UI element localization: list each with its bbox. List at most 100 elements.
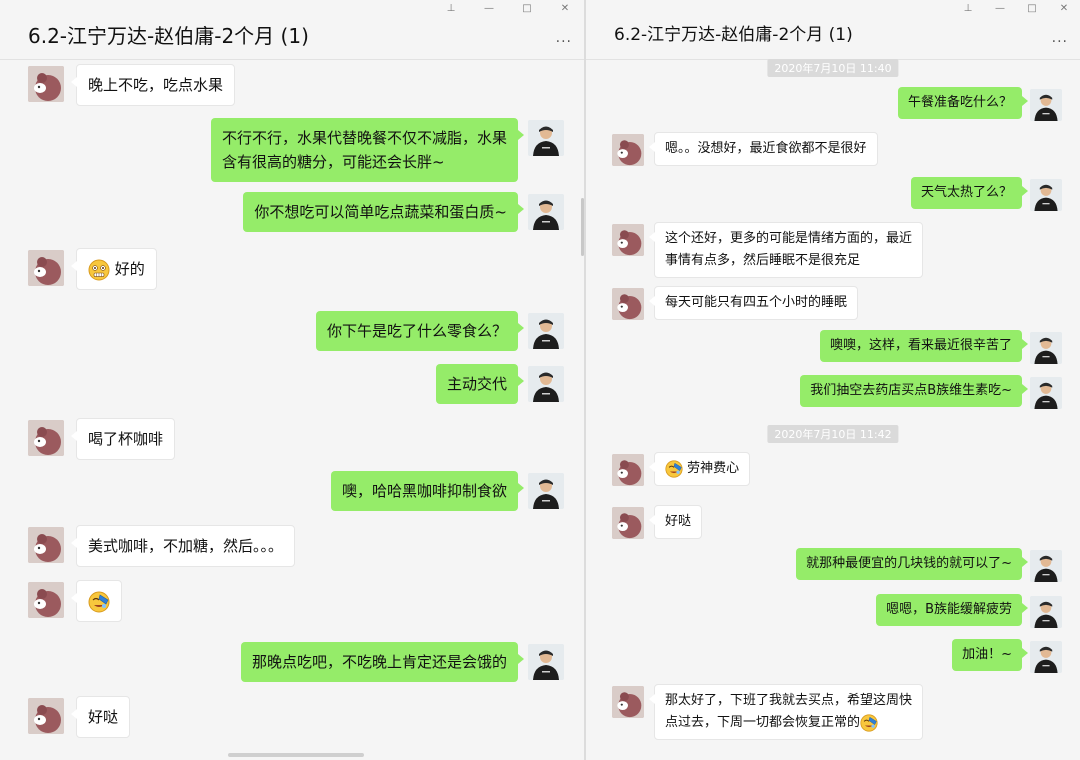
sent-message-bubble[interactable]: 嗯嗯，B族能缓解疲劳	[876, 594, 1028, 626]
contact-avatar[interactable]	[28, 582, 64, 618]
message-text: 好哒	[88, 708, 119, 726]
self-avatar[interactable]	[1030, 377, 1062, 409]
contact-avatar[interactable]	[28, 66, 64, 102]
message-text: 点过去，下周一切都会恢复正常的	[665, 715, 861, 730]
minimize-button[interactable]: —	[984, 0, 1016, 16]
more-options-button[interactable]: ...	[1052, 30, 1068, 46]
self-avatar[interactable]	[1030, 596, 1062, 628]
window-controls: ⊥ — □ ✕	[952, 0, 1080, 16]
facepalm-icon	[88, 591, 110, 613]
received-message-bubble[interactable]: 劳神费心	[648, 452, 751, 486]
contact-avatar[interactable]	[28, 420, 64, 456]
message-text: 劳神费心	[687, 461, 740, 476]
horizontal-scrollbar[interactable]	[228, 753, 364, 757]
message-text: 那晚点吃吧，不吃晚上肯定还是会饿的	[251, 653, 507, 671]
maximize-button[interactable]: □	[1016, 0, 1048, 16]
message-text: 加油！~	[962, 647, 1012, 662]
sent-message-bubble[interactable]: 天气太热了么？	[910, 177, 1029, 209]
sent-message-bubble[interactable]: 午餐准备吃什么？	[897, 87, 1029, 119]
chat-title: 6.2-江宁万达-赵伯庸-2个月 (1)	[28, 24, 309, 48]
chat-header: 6.2-江宁万达-赵伯庸-2个月 (1) ... ⊥ — □ ✕	[0, 0, 584, 60]
message-text: 嗯嗯，B族能缓解疲劳	[886, 602, 1012, 617]
message-text: 噢，哈哈黑咖啡抑制食欲	[341, 482, 507, 500]
sent-message-bubble[interactable]: 就那种最便宜的几块钱的就可以了~	[796, 548, 1028, 580]
message-text: 不行不行，水果代替晚餐不仅不减脂，水果	[221, 129, 507, 147]
minimize-button[interactable]: —	[470, 0, 508, 16]
sent-message-bubble[interactable]: 我们抽空去药店买点B族维生素吃~	[800, 375, 1028, 407]
self-avatar[interactable]	[528, 473, 564, 509]
message-text: 事情有点多，然后睡眠不是很充足	[665, 253, 861, 268]
received-message-bubble[interactable]: 嗯。。没想好，最近食欲都不是很好	[649, 132, 878, 166]
self-avatar[interactable]	[528, 313, 564, 349]
self-avatar[interactable]	[1030, 89, 1062, 121]
message-text: 美式咖啡，不加糖，然后。。。	[88, 537, 284, 555]
contact-avatar[interactable]	[28, 527, 64, 563]
sent-message-bubble[interactable]: 噢噢，这样，看来最近很辛苦了	[819, 330, 1029, 362]
self-avatar[interactable]	[1030, 179, 1062, 211]
self-avatar[interactable]	[1030, 550, 1062, 582]
received-message-bubble[interactable]	[71, 580, 122, 622]
contact-avatar[interactable]	[612, 134, 644, 166]
received-message-bubble[interactable]: 好哒	[70, 696, 131, 738]
message-timestamp: 2020年7月10日 11:42	[767, 425, 899, 443]
self-avatar[interactable]	[1030, 641, 1062, 673]
maximize-button[interactable]: □	[508, 0, 546, 16]
self-avatar[interactable]	[528, 194, 564, 230]
chat-title: 6.2-江宁万达-赵伯庸-2个月 (1)	[614, 25, 853, 45]
message-text: 你不想吃可以简单吃点蔬菜和蛋白质~	[254, 203, 507, 221]
contact-avatar[interactable]	[612, 686, 644, 718]
sent-message-bubble[interactable]: 加油！~	[952, 639, 1028, 671]
sent-message-bubble[interactable]: 你不想吃可以简单吃点蔬菜和蛋白质~	[243, 192, 524, 232]
contact-avatar[interactable]	[612, 288, 644, 320]
message-text: 主动交代	[446, 375, 507, 393]
pin-button[interactable]: ⊥	[952, 0, 984, 16]
chat-window-left: 6.2-江宁万达-赵伯庸-2个月 (1) ... ⊥ — □ ✕ 晚上不吃，吃点…	[0, 0, 584, 760]
chat-window-right: 6.2-江宁万达-赵伯庸-2个月 (1) ... ⊥ — □ ✕ 午餐准备吃什么…	[586, 0, 1080, 760]
message-text: 每天可能只有四五个小时的睡眠	[665, 295, 848, 310]
message-text: 那太好了，下班了我就去买点，希望这周快	[665, 693, 913, 708]
message-text: 天气太热了么？	[920, 185, 1012, 200]
message-text: 喝了杯咖啡	[88, 430, 164, 448]
grimace-icon	[88, 259, 110, 281]
window-controls: ⊥ — □ ✕	[432, 0, 584, 16]
received-message-bubble[interactable]: 这个还好，更多的可能是情绪方面的，最近 事情有点多，然后睡眠不是很充足	[648, 222, 924, 278]
message-text: 嗯。。没想好，最近食欲都不是很好	[665, 141, 867, 156]
more-options-button[interactable]: ...	[556, 30, 572, 46]
self-avatar[interactable]	[528, 120, 564, 156]
sent-message-bubble[interactable]: 不行不行，水果代替晚餐不仅不减脂，水果 含有很高的糖分，可能还会长胖~	[210, 118, 525, 182]
contact-avatar[interactable]	[28, 250, 64, 286]
received-message-bubble[interactable]: 美式咖啡，不加糖，然后。。。	[70, 525, 296, 567]
sent-message-bubble[interactable]: 噢，哈哈黑咖啡抑制食欲	[330, 471, 525, 511]
received-message-bubble[interactable]: 每天可能只有四五个小时的睡眠	[648, 286, 859, 320]
chat-header: 6.2-江宁万达-赵伯庸-2个月 (1) ... ⊥ — □ ✕	[586, 0, 1080, 60]
contact-avatar[interactable]	[612, 507, 644, 539]
facepalm-icon	[665, 459, 683, 478]
received-message-bubble[interactable]: 晚上不吃，吃点水果	[70, 64, 236, 106]
message-text: 我们抽空去药店买点B族维生素吃~	[810, 383, 1012, 398]
message-text: 噢噢，这样，看来最近很辛苦了	[829, 338, 1012, 353]
sent-message-bubble[interactable]: 你下午是吃了什么零食么？	[315, 311, 525, 351]
received-message-bubble[interactable]: 好的	[71, 248, 157, 290]
received-message-bubble[interactable]: 那太好了，下班了我就去买点，希望这周快 点过去，下周一切都会恢复正常的	[648, 684, 924, 740]
close-button[interactable]: ✕	[1048, 0, 1080, 16]
close-button[interactable]: ✕	[546, 0, 584, 16]
message-text: 就那种最便宜的几块钱的就可以了~	[806, 556, 1012, 571]
message-text: 好的	[114, 260, 145, 278]
self-avatar[interactable]	[1030, 332, 1062, 364]
received-message-bubble[interactable]: 喝了杯咖啡	[70, 418, 176, 460]
facepalm-icon	[860, 713, 878, 732]
self-avatar[interactable]	[528, 644, 564, 680]
received-message-bubble[interactable]: 好哒	[648, 505, 703, 539]
contact-avatar[interactable]	[28, 698, 64, 734]
sent-message-bubble[interactable]: 那晚点吃吧，不吃晚上肯定还是会饿的	[240, 642, 525, 682]
pin-button[interactable]: ⊥	[432, 0, 470, 16]
contact-avatar[interactable]	[612, 454, 644, 486]
self-avatar[interactable]	[528, 366, 564, 402]
message-timestamp: 2020年7月10日 11:40	[767, 59, 899, 77]
sent-message-bubble[interactable]: 主动交代	[435, 364, 525, 404]
message-text: 晚上不吃，吃点水果	[88, 76, 224, 94]
message-text: 这个还好，更多的可能是情绪方面的，最近	[665, 231, 913, 246]
contact-avatar[interactable]	[612, 224, 644, 256]
message-text: 含有很高的糖分，可能还会长胖~	[221, 153, 445, 171]
message-text: 好哒	[665, 514, 692, 529]
